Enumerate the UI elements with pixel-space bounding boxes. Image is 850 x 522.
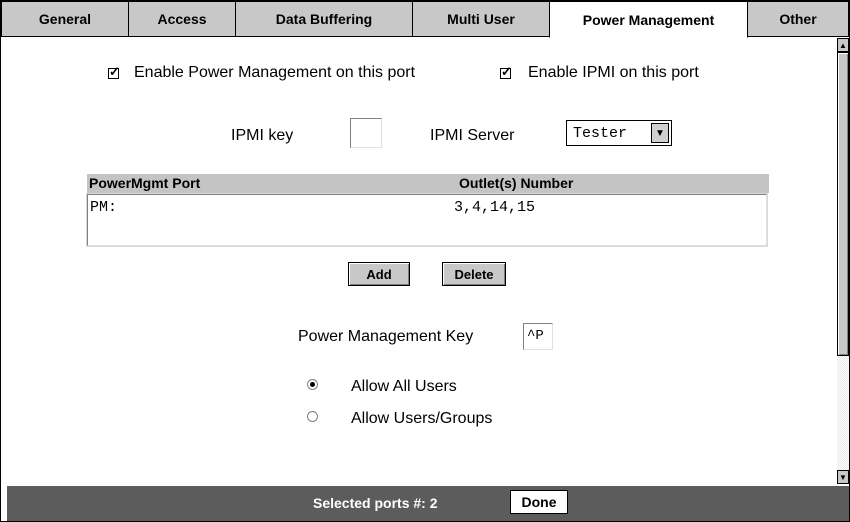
- tab-access[interactable]: Access: [128, 1, 236, 37]
- ipmi-server-select[interactable]: Tester ▼: [566, 120, 672, 146]
- vertical-scrollbar[interactable]: ▲ ▼: [837, 38, 849, 486]
- add-button[interactable]: Add: [348, 262, 410, 286]
- outlet-table: PowerMgmt Port Outlet(s) Number PM: 3,4,…: [86, 174, 769, 250]
- row-port-cell: PM:: [90, 199, 118, 216]
- table-header: PowerMgmt Port Outlet(s) Number: [87, 174, 769, 193]
- enable-power-mgmt-option[interactable]: ✓ Enable Power Management on this port: [108, 64, 415, 82]
- radio-dot: [310, 382, 315, 387]
- scroll-up-arrow-icon[interactable]: ▲: [837, 38, 849, 52]
- status-bar: Selected ports #: 2 Done: [7, 486, 849, 521]
- tab-data-buffering[interactable]: Data Buffering: [235, 1, 413, 37]
- config-window: General Access Data Buffering Multi User…: [0, 0, 850, 522]
- chevron-down-icon[interactable]: ▼: [651, 123, 669, 143]
- power-management-panel: ✓ Enable Power Management on this port ✓…: [7, 38, 837, 486]
- tab-general[interactable]: General: [1, 1, 129, 37]
- row-outlets-cell: 3,4,14,15: [454, 199, 536, 216]
- scroll-down-arrow-icon[interactable]: ▼: [837, 470, 849, 484]
- enable-ipmi-option[interactable]: ✓ Enable IPMI on this port: [500, 64, 699, 82]
- column-header-port: PowerMgmt Port: [89, 175, 201, 191]
- tab-bar: General Access Data Buffering Multi User…: [1, 1, 849, 38]
- enable-power-mgmt-checkbox[interactable]: ✓: [108, 63, 120, 79]
- tab-other[interactable]: Other: [747, 1, 849, 37]
- column-header-outlets: Outlet(s) Number: [459, 175, 574, 191]
- allow-all-users-label: Allow All Users: [351, 378, 457, 395]
- checkmark-icon: ✓: [109, 63, 120, 79]
- scroll-thumb[interactable]: [837, 52, 849, 356]
- enable-ipmi-checkbox[interactable]: ✓: [500, 63, 512, 79]
- checkmark-icon: ✓: [501, 63, 512, 79]
- enable-power-mgmt-label: Enable Power Management on this port: [134, 64, 416, 81]
- allow-all-users-radio[interactable]: [307, 379, 318, 390]
- tab-power-management[interactable]: Power Management: [549, 1, 748, 38]
- done-button[interactable]: Done: [510, 490, 568, 514]
- allow-users-groups-label: Allow Users/Groups: [351, 410, 493, 427]
- enable-ipmi-label: Enable IPMI on this port: [528, 64, 699, 81]
- ipmi-key-label: IPMI key: [231, 127, 294, 144]
- tab-multi-user[interactable]: Multi User: [412, 1, 550, 37]
- table-body[interactable]: PM: 3,4,14,15: [86, 193, 768, 247]
- selected-ports-status: Selected ports #: 2: [313, 495, 438, 511]
- pm-key-label: Power Management Key: [298, 328, 474, 345]
- ipmi-server-label: IPMI Server: [430, 127, 515, 144]
- ipmi-server-value: Tester: [573, 124, 628, 142]
- ipmi-key-input[interactable]: [350, 118, 382, 148]
- pm-key-input[interactable]: ^P: [523, 323, 553, 350]
- delete-button[interactable]: Delete: [442, 262, 506, 286]
- allow-users-groups-radio[interactable]: [307, 411, 318, 422]
